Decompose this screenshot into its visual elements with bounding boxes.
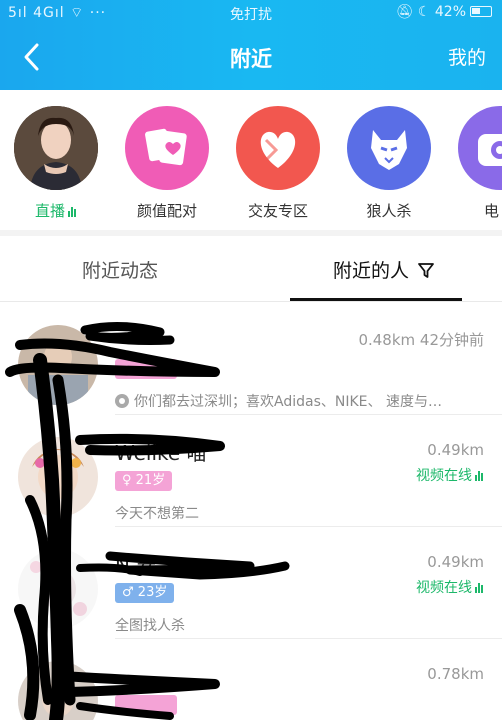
user-signature: 你们都去过深圳；喜欢Adidas、NIKE、 速度与… — [115, 391, 442, 411]
list-item[interactable]: Welike 喵 0.49km 视频在线 ♀ 21岁 今天不想第二 — [0, 415, 502, 527]
tab-nearby-people[interactable]: 附近的人 — [333, 256, 435, 283]
shortcut-werewolf[interactable]: 狼人杀 — [339, 106, 439, 221]
shortcut-live[interactable]: 直播 — [6, 106, 106, 221]
wolf-icon — [347, 106, 431, 190]
live-bars-icon — [475, 581, 484, 597]
tab-bar: 附近动态 附近的人 — [0, 236, 502, 302]
video-online-status: 视频在线 — [416, 577, 484, 597]
camera-icon — [458, 106, 502, 190]
distance-time: 0.48km 42分钟前 — [358, 331, 484, 349]
battery-icon — [470, 6, 492, 17]
shortcut-face-match-label: 颜值配对 — [136, 202, 197, 220]
shortcut-friends-label: 交友专区 — [247, 202, 308, 220]
navbar: 附近 我的 — [0, 26, 502, 90]
moon-icon: ☾ — [417, 4, 431, 20]
distance: 0.78km — [427, 665, 484, 683]
age-badge: ♂ 23岁 — [115, 583, 175, 603]
user-name: Welike 喵 — [115, 441, 207, 465]
back-button[interactable] — [18, 40, 48, 74]
age-badge: ♀ 21岁 — [115, 471, 173, 491]
page-title: 附近 — [230, 47, 272, 71]
distance: 0.49km — [427, 553, 484, 571]
age-badge — [115, 359, 177, 379]
people-list: 0.48km 42分钟前 你们都去过深圳；喜欢Adidas、NIKE、 速度与…… — [0, 303, 502, 720]
shortcut-live-label: 直播 — [6, 200, 106, 221]
shortcut-friends[interactable]: 交友专区 — [228, 106, 328, 221]
app-header: 5ıl 4Gıl ⌔ ··· 免打扰 🔕︎ ☾ 42% 附近 我的 — [0, 0, 502, 90]
shortcut-partial-label: 电 — [484, 202, 500, 220]
cards-heart-icon — [125, 106, 209, 190]
shortcut-partial[interactable]: 电 — [450, 106, 502, 221]
status-bar: 5ıl 4Gıl ⌔ ··· 免打扰 🔕︎ ☾ 42% — [0, 0, 502, 26]
active-tab-indicator — [290, 298, 462, 301]
tab-nearby-feed[interactable]: 附近动态 — [82, 256, 158, 283]
video-online-status: 视频在线 — [416, 465, 484, 485]
compass-icon — [115, 394, 129, 408]
status-right: 🔕︎ ☾ 42% — [396, 4, 492, 20]
avatar[interactable] — [18, 437, 98, 517]
live-avatar — [14, 106, 98, 190]
list-item[interactable]: N 安 0.49km 视频在线 ♂ 23岁 全图找人杀 — [0, 527, 502, 639]
shortcut-face-match[interactable]: 颜值配对 — [117, 106, 217, 221]
filter-icon[interactable] — [417, 261, 435, 279]
distance: 0.49km — [427, 441, 484, 459]
user-name: N 安 — [115, 553, 157, 577]
mute-icon: 🔕︎ — [395, 4, 414, 20]
shortcut-werewolf-label: 狼人杀 — [366, 202, 412, 220]
avatar[interactable] — [18, 549, 98, 629]
mine-button[interactable]: 我的 — [448, 43, 486, 70]
avatar[interactable] — [18, 661, 98, 720]
age-badge — [115, 695, 177, 715]
list-item[interactable]: 0.48km 42分钟前 你们都去过深圳；喜欢Adidas、NIKE、 速度与… — [0, 303, 502, 415]
live-bars-icon — [68, 203, 77, 221]
user-signature: 今天不想第二 — [115, 506, 199, 522]
shortcut-bar: 直播 颜值配对 交友专区 狼人杀 电 — [0, 90, 502, 230]
user-signature: 全图找人杀 — [115, 618, 185, 634]
heart-icon — [236, 106, 320, 190]
chevron-left-icon — [24, 43, 39, 71]
avatar[interactable] — [18, 325, 98, 405]
list-item[interactable]: 0.78km — [0, 639, 502, 720]
live-bars-icon — [475, 469, 484, 485]
